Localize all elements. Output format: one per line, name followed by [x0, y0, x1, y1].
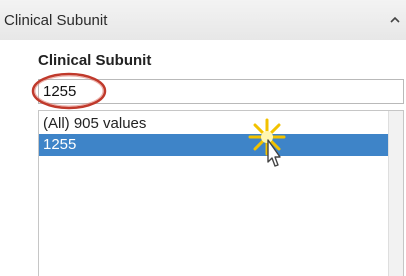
filter-value-text: 1255: [43, 83, 77, 100]
panel-title: Clinical Subunit: [4, 12, 108, 29]
filter-value-input[interactable]: 1255: [38, 79, 404, 104]
panel-header[interactable]: Clinical Subunit: [0, 0, 406, 41]
chevron-up-icon[interactable]: [388, 13, 402, 27]
values-list[interactable]: (All) 905 values 1255: [38, 110, 404, 276]
list-item-selected[interactable]: 1255: [39, 134, 388, 156]
list-item-all[interactable]: (All) 905 values: [39, 113, 388, 135]
list-scrollbar[interactable]: [388, 111, 403, 276]
filter-label: Clinical Subunit: [38, 52, 152, 69]
